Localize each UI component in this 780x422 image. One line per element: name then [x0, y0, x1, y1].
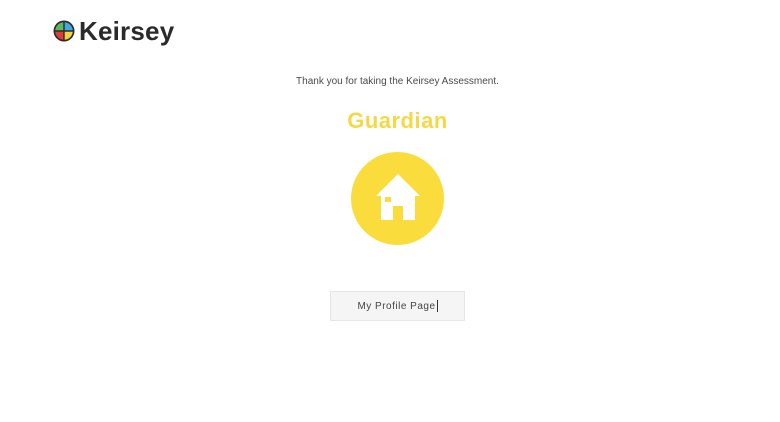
temperament-badge [351, 152, 444, 245]
keirsey-brand[interactable]: Keirsey [53, 15, 174, 47]
assessment-complete-page: Keirsey Thank you for taking the Keirsey… [0, 0, 780, 422]
text-cursor [436, 300, 438, 312]
thank-you-message: Thank you for taking the Keirsey Assessm… [296, 76, 499, 87]
my-profile-page-label: My Profile Page [357, 300, 436, 312]
my-profile-page-button[interactable]: My Profile Page [330, 291, 465, 321]
color-wheel-logo-icon [53, 20, 75, 42]
house-icon [376, 174, 420, 220]
brand-name: Keirsey [79, 16, 175, 46]
temperament-type-title: Guardian [347, 108, 448, 133]
